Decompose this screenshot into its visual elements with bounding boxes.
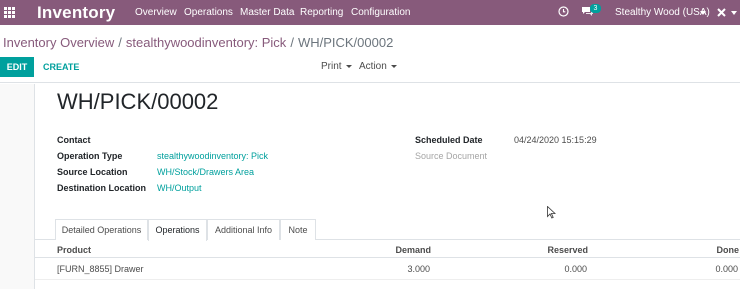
menu-operations[interactable]: Operations — [184, 6, 233, 19]
destination-location-link[interactable]: WH/Output — [157, 182, 202, 194]
tab-note[interactable]: Note — [280, 219, 316, 240]
cell-demand: 3.000 — [407, 264, 430, 274]
breadcrumb: Inventory Overview / stealthywoodinventory… — [3, 35, 393, 51]
mouse-cursor-icon — [547, 206, 556, 219]
source-location-link[interactable]: WH/Stock/Drawers Area — [157, 166, 254, 178]
menu-configuration[interactable]: Configuration — [351, 6, 410, 19]
edit-button[interactable]: EDIT — [0, 57, 34, 77]
cell-reserved: 0.000 — [564, 264, 587, 274]
scheduled-date-value: 04/24/2020 15:15:29 — [514, 135, 597, 145]
print-label: Print — [321, 61, 342, 72]
tab-detailed-operations[interactable]: Detailed Operations — [55, 219, 148, 240]
chevron-down-icon[interactable] — [731, 11, 737, 15]
form-sheet: WH/PICK/00002 Contact Operation Type ste… — [34, 84, 740, 289]
record-title: WH/PICK/00002 — [57, 89, 219, 114]
tab-additional-info[interactable]: Additional Info — [207, 219, 280, 240]
breadcrumb-separator: / — [118, 35, 122, 50]
control-panel: Inventory Overview / stealthywoodinventory… — [0, 25, 740, 83]
chevron-down-icon — [345, 64, 352, 68]
column-header-done[interactable]: Done — [717, 244, 740, 256]
destination-location-label: Destination Location — [57, 183, 147, 193]
cell-done: 0.000 — [715, 264, 738, 274]
menu-master-data[interactable]: Master Data — [240, 6, 294, 19]
top-navbar: Inventory Overview Operations Master Dat… — [0, 0, 740, 25]
chevron-down-icon[interactable] — [700, 11, 706, 15]
menu-overview[interactable]: Overview — [135, 6, 177, 19]
source-location-label: Source Location — [57, 167, 128, 177]
column-header-reserved[interactable]: Reserved — [547, 244, 588, 256]
column-header-product[interactable]: Product — [57, 244, 91, 256]
cell-product: [FURN_8855] Drawer — [57, 264, 144, 274]
menu-reporting[interactable]: Reporting — [300, 6, 343, 19]
operations-table-header: Product Demand Reserved Done — [35, 240, 740, 258]
company-switcher[interactable]: Stealthy Wood (USA) — [615, 6, 710, 19]
action-label: Action — [359, 61, 387, 72]
content-area: WH/PICK/00002 Contact Operation Type ste… — [0, 84, 740, 289]
operation-type-label: Operation Type — [57, 151, 123, 161]
source-document-label: Source Document — [415, 151, 488, 161]
operation-type-link[interactable]: stealthywoodinventory: Pick — [157, 150, 268, 162]
apps-menu-icon[interactable] — [0, 0, 21, 25]
row-divider — [35, 279, 740, 280]
breadcrumb-pick[interactable]: stealthywoodinventory: Pick — [126, 35, 286, 50]
chevron-down-icon — [390, 64, 397, 68]
print-dropdown[interactable]: Print — [321, 57, 352, 77]
chat-count-badge: 3 — [590, 4, 601, 13]
app-brand[interactable]: Inventory — [37, 2, 115, 23]
breadcrumb-inventory-overview[interactable]: Inventory Overview — [3, 35, 114, 50]
breadcrumb-separator: / — [290, 35, 294, 50]
scheduled-date-label: Scheduled Date — [415, 135, 483, 145]
breadcrumb-current: WH/PICK/00002 — [297, 35, 394, 50]
column-header-demand[interactable]: Demand — [395, 244, 431, 256]
debug-bug-icon[interactable] — [716, 7, 727, 18]
tab-operations[interactable]: Operations — [148, 219, 207, 241]
contact-label: Contact — [57, 135, 91, 145]
clock-icon[interactable] — [558, 6, 569, 17]
action-dropdown[interactable]: Action — [359, 57, 397, 77]
create-button[interactable]: CREATE — [43, 57, 79, 77]
